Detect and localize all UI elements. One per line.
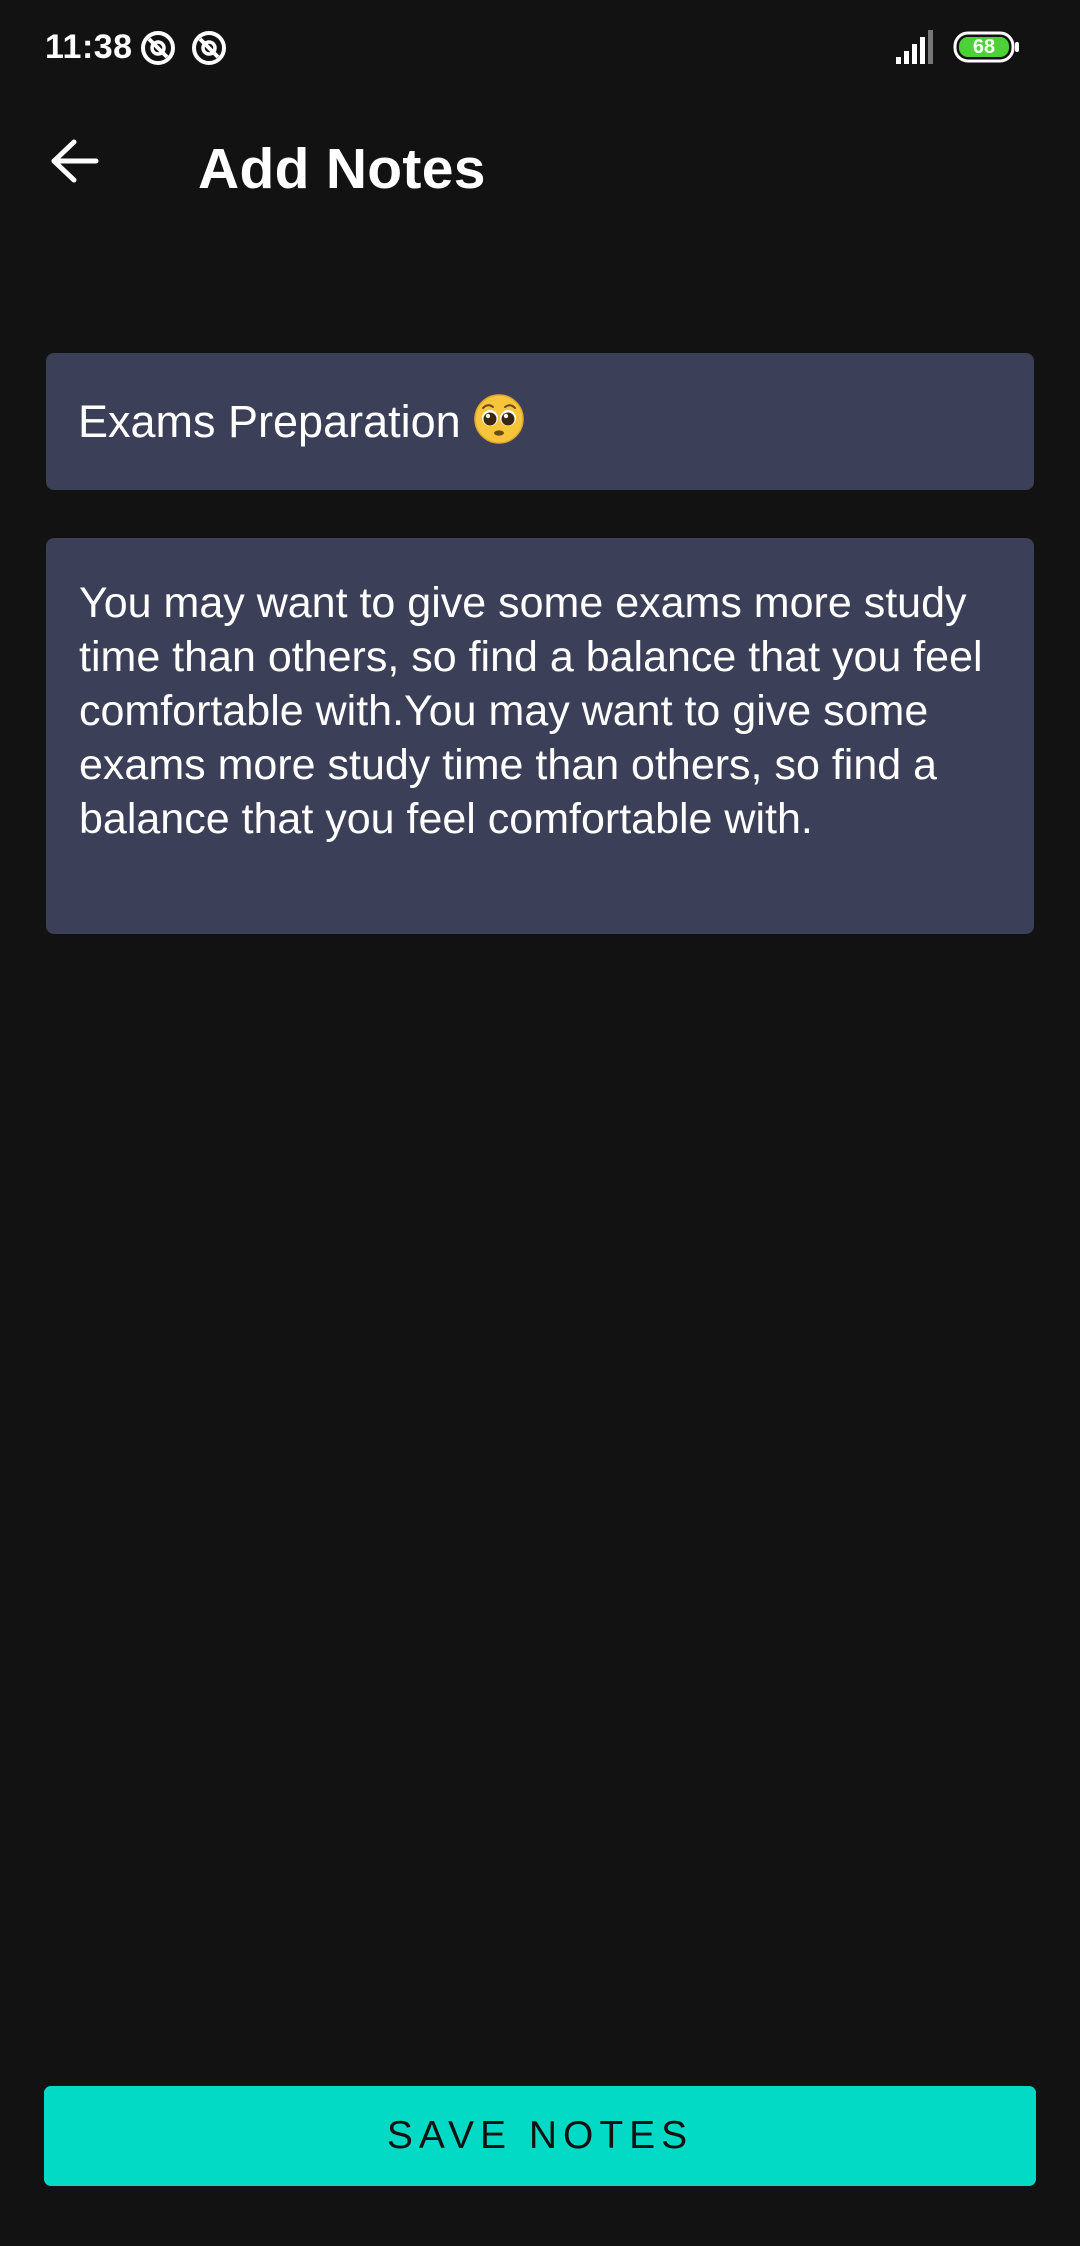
note-body-field[interactable]: You may want to give some exams more stu… [46, 538, 1034, 934]
note-body-value: You may want to give some exams more stu… [79, 579, 983, 843]
signal-icon [896, 30, 933, 64]
save-notes-button[interactable]: SAVE NOTES [44, 2086, 1036, 2186]
back-button[interactable] [30, 116, 120, 206]
note-title-field[interactable]: Exams Preparation [46, 353, 1034, 490]
battery-level: 68 [972, 36, 996, 58]
pleading-face-emoji-icon [473, 393, 524, 444]
status-bar: 11:38 68 [0, 0, 1080, 96]
app-notification-icon [192, 31, 226, 65]
note-title-value: Exams Preparation [78, 395, 461, 447]
app-notification-icon [141, 31, 175, 65]
page-title: Add Notes [198, 137, 486, 201]
app-bar: Add Notes [0, 96, 1080, 242]
arrow-left-icon [51, 139, 99, 183]
save-notes-label: SAVE NOTES [386, 2114, 694, 2157]
status-time: 11:38 [45, 28, 133, 66]
